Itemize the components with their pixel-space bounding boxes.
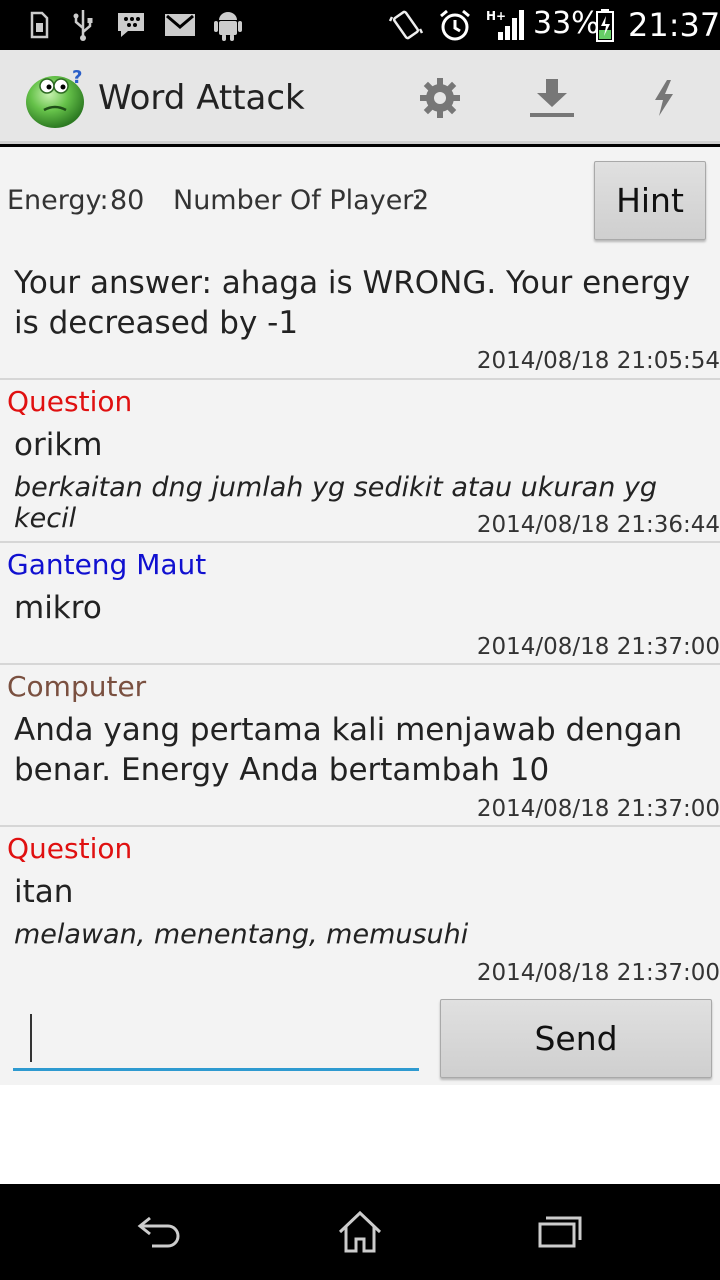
message-timestamp: 2014/08/18 21:37:00 <box>476 634 720 660</box>
signal-icon: H+ <box>486 8 526 42</box>
answer-input[interactable] <box>13 1013 419 1071</box>
usb-icon <box>68 8 98 42</box>
message-item: Computer Anda yang pertama kali menjawab… <box>0 665 720 827</box>
message-timestamp: 2014/08/18 21:37:00 <box>476 960 720 986</box>
gmail-icon <box>162 8 198 42</box>
home-button[interactable] <box>320 1204 400 1260</box>
navigation-bar <box>0 1184 720 1280</box>
game-content: Energy: 80 Number Of Player: 2 Hint Your… <box>0 147 720 1184</box>
lightning-button[interactable] <box>634 72 694 124</box>
back-button[interactable] <box>120 1204 200 1260</box>
message-text: orikm <box>14 427 103 463</box>
text-cursor <box>30 1014 32 1062</box>
message-timestamp: 2014/08/18 21:05:54 <box>476 348 720 374</box>
energy-label: Energy: <box>7 185 109 216</box>
message-sender: Question <box>7 832 133 865</box>
message-text: itan <box>14 874 74 910</box>
alarm-icon <box>436 8 474 42</box>
empty-area <box>0 1085 720 1184</box>
svg-text:?: ? <box>72 67 82 88</box>
battery-percent: 33% <box>533 6 600 41</box>
sim-card-icon <box>24 8 54 42</box>
message-sender: Computer <box>7 670 147 703</box>
settings-button[interactable] <box>410 72 470 124</box>
message-text: mikro <box>14 590 102 626</box>
recent-apps-button[interactable] <box>520 1204 600 1260</box>
hint-button[interactable]: Hint <box>594 161 706 240</box>
svg-text:H+: H+ <box>486 9 506 23</box>
clock: 21:37 <box>628 6 720 44</box>
message-sender: Question <box>7 385 133 418</box>
message-item: Question itan melawan, menentang, memusu… <box>0 827 720 987</box>
energy-value: 80 <box>110 185 145 216</box>
download-button[interactable] <box>522 72 582 124</box>
message-sender: Ganteng Maut <box>7 548 207 581</box>
players-value: 2 <box>412 185 430 216</box>
back-icon <box>137 1216 180 1248</box>
app-logo-icon[interactable]: ? <box>24 66 90 130</box>
home-icon <box>338 1210 382 1253</box>
action-bar: ? Word Attack <box>0 50 720 144</box>
message-timestamp: 2014/08/18 21:36:44 <box>476 512 720 538</box>
message-text: Your answer: ahaga is WRONG. Your energy… <box>14 265 691 341</box>
vibrate-icon <box>388 8 424 42</box>
message-item: Your answer: ahaga is WRONG. Your energy… <box>0 247 720 380</box>
battery-charging-icon <box>594 8 616 42</box>
message-timestamp: 2014/08/18 21:37:00 <box>476 796 720 822</box>
bbm-icon <box>114 8 148 42</box>
message-item: Question orikm berkaitan dng jumlah yg s… <box>0 380 720 543</box>
players-label: Number Of Player: <box>173 185 423 216</box>
gear-icon <box>420 78 460 118</box>
app-title: Word Attack <box>98 78 305 118</box>
download-icon <box>530 79 574 117</box>
recent-apps-icon <box>538 1216 582 1248</box>
message-item: Ganteng Maut mikro 2014/08/18 21:37:00 <box>0 543 720 665</box>
send-button[interactable]: Send <box>440 999 712 1078</box>
info-bar: Energy: 80 Number Of Player: 2 Hint <box>0 147 720 247</box>
lightning-icon <box>655 80 673 116</box>
message-clue: melawan, menentang, memusuhi <box>14 919 469 950</box>
message-text: Anda yang pertama kali menjawab dengan b… <box>14 712 683 788</box>
android-icon <box>210 8 246 42</box>
status-bar: H+ 33% 21:37 <box>0 0 720 50</box>
